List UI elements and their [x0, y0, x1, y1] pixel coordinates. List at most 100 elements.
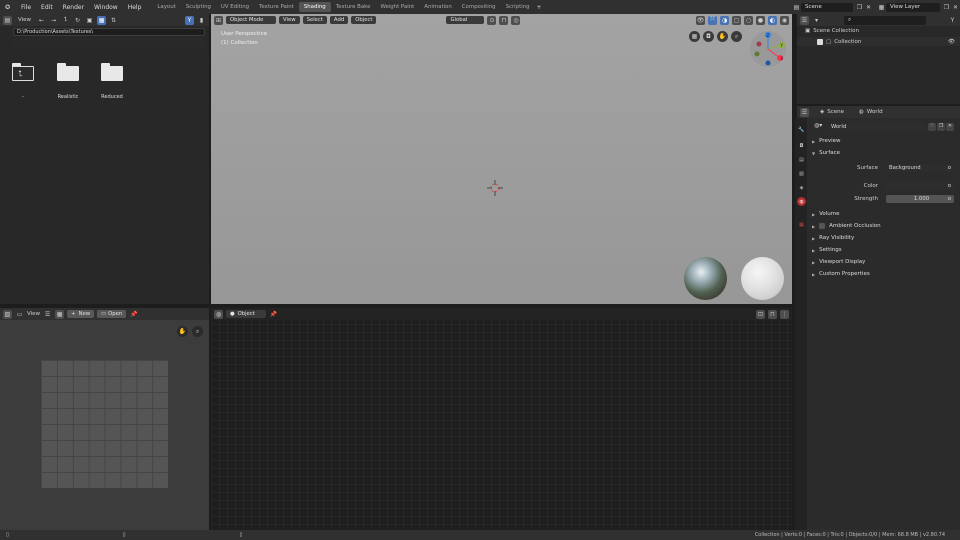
menu-icon[interactable]: ☰ [43, 310, 52, 319]
parent-folder-icon[interactable]: ⮤ [12, 63, 34, 81]
output-tab-icon[interactable]: ▤ [797, 155, 806, 164]
path-field[interactable]: D:\Production\Assets\Textures\ [13, 28, 205, 36]
rendered-shading-icon[interactable]: ◉ [780, 15, 789, 25]
editor-type-icon[interactable]: ☰ [800, 107, 809, 117]
world-unlink-icon[interactable]: ✕ [946, 123, 954, 131]
section-ray-visibility[interactable]: ▶ Ray Visibility [812, 235, 854, 241]
add-workspace-icon[interactable]: + [535, 3, 544, 12]
viewport-menu-add[interactable]: Add [329, 16, 349, 24]
snap-icon[interactable]: ⊓ [768, 309, 777, 319]
workspace-tab-shading[interactable]: Shading [298, 2, 331, 12]
shader-type-selector[interactable]: ● Object [226, 310, 266, 318]
new-image-button[interactable]: + New [67, 310, 95, 318]
viewport-menu-object[interactable]: Object [351, 16, 377, 24]
shader-node-editor[interactable]: ◍ ● Object 📌 ⊡ ⊓ ⋮ [211, 308, 792, 530]
file-view-menu[interactable]: View [15, 17, 34, 23]
checkbox-icon[interactable] [817, 38, 823, 45]
navigation-gizmo[interactable]: X Y Z [749, 30, 787, 70]
open-image-button[interactable]: ▭ Open [97, 310, 127, 318]
refresh-icon[interactable]: ↻ [73, 16, 82, 25]
view-layer-selector[interactable]: View Layer [886, 2, 940, 12]
viewport-3d[interactable]: ⊞ Object Mode View Select Add Object Glo… [211, 14, 792, 304]
proportional-icon[interactable]: ◎ [511, 15, 521, 25]
zoom-icon[interactable]: ⌕ [192, 326, 203, 337]
xray-icon[interactable]: ▢ [732, 15, 741, 25]
folder-icon-reduced[interactable] [101, 63, 123, 81]
workspace-tab-scripting[interactable]: Scripting [501, 2, 535, 12]
workspace-tab-layout[interactable]: Layout [152, 2, 180, 12]
thumbnail-view-icon[interactable]: ▦ [97, 15, 107, 25]
viewport-menu-select[interactable]: Select [302, 16, 327, 24]
sort-icon[interactable]: ⇅ [109, 16, 118, 25]
workspace-tab-weight-paint[interactable]: Weight Paint [375, 2, 419, 12]
image-mode-icon[interactable]: ▭ [15, 310, 24, 319]
new-folder-icon[interactable]: ▣ [85, 16, 94, 25]
menu-help[interactable]: Help [123, 4, 147, 11]
workspace-tab-sculpting[interactable]: Sculpting [181, 2, 216, 12]
view-layer-new-icon[interactable]: ❐ [942, 3, 951, 12]
zoom-icon[interactable]: ⌕ [731, 31, 742, 42]
workspace-tab-compositing[interactable]: Compositing [457, 2, 501, 12]
camera-view-icon[interactable]: ▦ [689, 31, 700, 42]
file-settings-icon[interactable]: ▮ [197, 16, 206, 25]
filter-icon[interactable]: Y [948, 16, 957, 25]
transform-orientation[interactable]: Global [446, 16, 485, 24]
blender-logo-icon[interactable]: ✪ [3, 3, 12, 12]
menu-edit[interactable]: Edit [36, 4, 58, 11]
pan-hand-icon[interactable]: ✋ [177, 326, 188, 337]
section-custom-properties[interactable]: ▶ Custom Properties [812, 271, 870, 277]
editor-type-icon[interactable]: ◍ [214, 309, 223, 319]
world-browse-icon[interactable]: ◍▾ [814, 122, 822, 129]
scene-delete-icon[interactable]: ✕ [864, 3, 873, 12]
section-ambient-occlusion[interactable]: ▶ Ambient Occlusion [812, 223, 881, 229]
world-name-field[interactable]: World [828, 123, 926, 131]
pivot-icon[interactable]: ⊙ [487, 15, 497, 25]
parent-node-tree-icon[interactable]: ⊡ [756, 309, 765, 319]
parent-dir-icon[interactable]: ⮤ [61, 16, 70, 25]
camera-icon[interactable]: ◘ [703, 31, 714, 42]
ao-checkbox[interactable] [819, 223, 826, 229]
render-tab-icon[interactable]: ◘ [797, 141, 806, 150]
fake-user-icon[interactable]: ♡ [928, 123, 936, 131]
menu-window[interactable]: Window [89, 4, 123, 11]
snap-mode-icon[interactable]: ⋮ [780, 309, 789, 319]
back-icon[interactable]: ← [37, 16, 46, 25]
world-tab-icon[interactable]: ◍ [797, 197, 806, 206]
overlay-toggle-icon[interactable]: ◑ [720, 15, 729, 25]
strength-field[interactable]: 1.000 o [886, 195, 954, 203]
texture-tab-icon[interactable]: ▦ [797, 220, 806, 229]
display-mode-icon[interactable]: ▾ [812, 16, 821, 25]
mode-selector[interactable]: Object Mode [226, 16, 276, 24]
forward-icon[interactable]: → [49, 16, 58, 25]
editor-type-icon[interactable]: ⊞ [214, 15, 223, 25]
world-tab[interactable]: ◍ World [859, 109, 883, 115]
editor-type-icon[interactable]: ▧ [3, 309, 12, 319]
collection-row[interactable]: ▢ Collection 👁 [797, 37, 960, 46]
material-shading-icon[interactable]: ◐ [768, 15, 777, 25]
solid-shading-icon[interactable]: ● [756, 15, 765, 25]
scene-new-icon[interactable]: ❐ [855, 3, 864, 12]
view-layer-delete-icon[interactable]: ✕ [951, 3, 960, 12]
outliner-search[interactable]: ⌕ [844, 15, 926, 25]
wireframe-shading-icon[interactable]: ○ [744, 15, 753, 25]
workspace-tab-animation[interactable]: Animation [419, 2, 456, 12]
color-field[interactable]: o [886, 182, 954, 190]
workspace-tab-texture-paint[interactable]: Texture Paint [254, 2, 299, 12]
filter-icon[interactable]: Y [185, 15, 194, 25]
image-view-menu[interactable]: View [27, 311, 40, 317]
viewport-menu-view[interactable]: View [279, 16, 300, 24]
menu-render[interactable]: Render [58, 4, 89, 11]
scene-tab[interactable]: ◈ Scene [820, 109, 844, 115]
section-preview[interactable]: ▶ Preview [812, 138, 841, 144]
pin-icon[interactable]: 📌 [269, 310, 278, 319]
view-layer-tab-icon[interactable]: ▧ [797, 169, 806, 178]
menu-file[interactable]: File [16, 4, 36, 11]
section-surface[interactable]: ▼ Surface [812, 150, 840, 156]
eye-icon[interactable]: 👁 [948, 39, 955, 45]
scene-collection-row[interactable]: ▣ Scene Collection [805, 28, 859, 34]
editor-type-icon[interactable]: ☰ [800, 15, 809, 25]
scene-browse-icon[interactable]: ▤ [792, 3, 801, 12]
surface-shader-field[interactable]: Background o [886, 164, 954, 172]
workspace-tab-texture-bake[interactable]: Texture Bake [331, 2, 376, 12]
scene-selector[interactable]: Scene [801, 2, 853, 12]
